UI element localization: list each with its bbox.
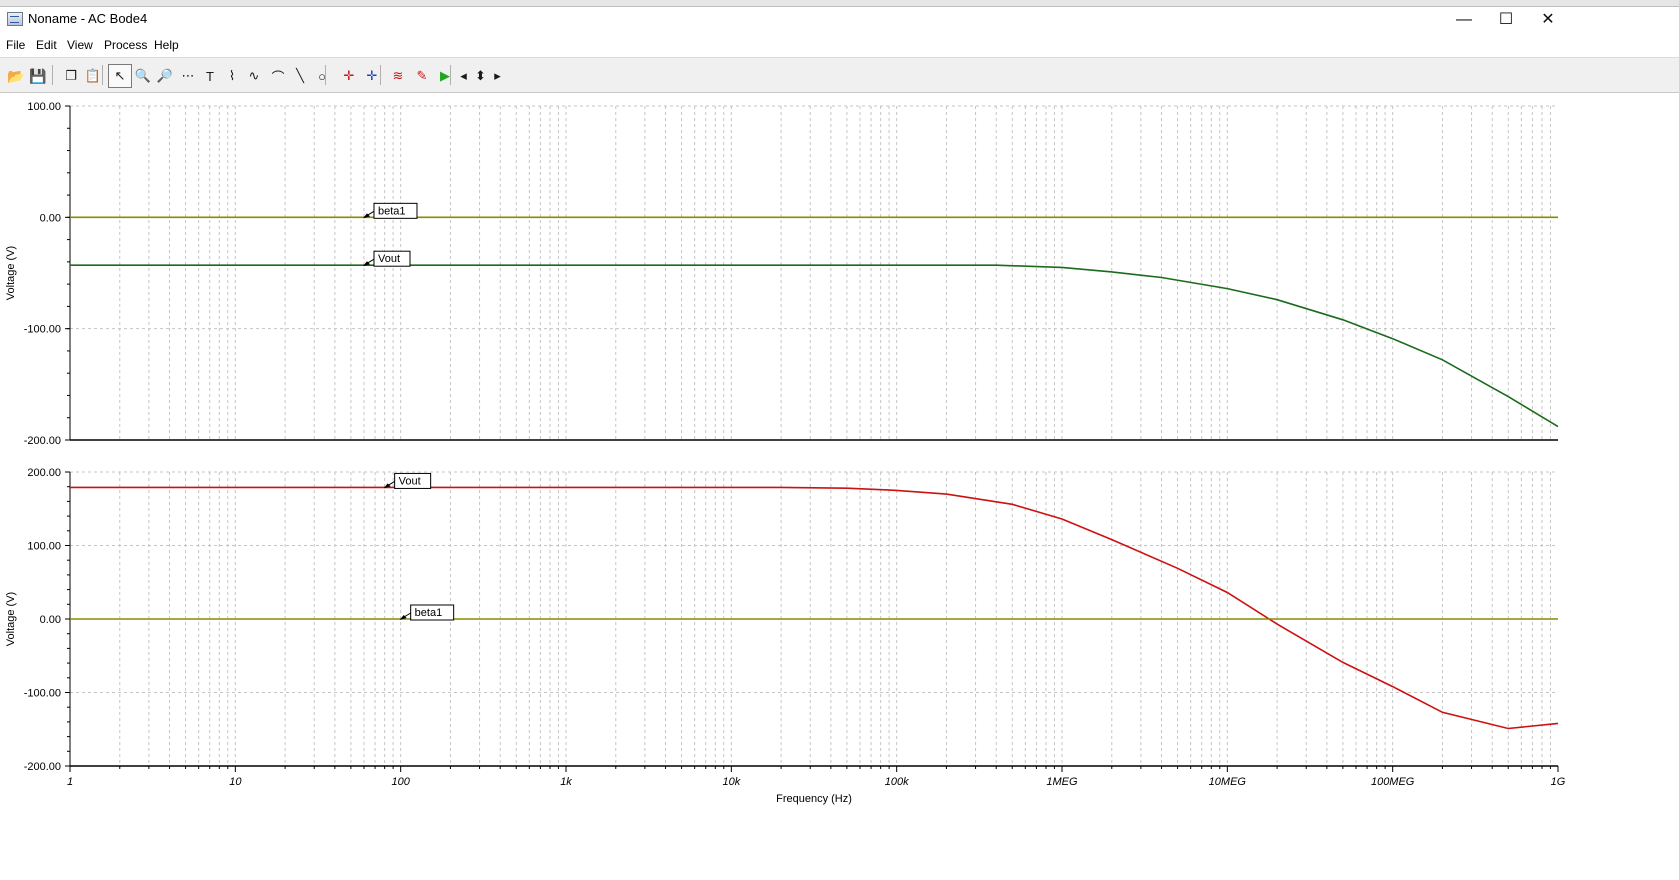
toolbar: 📂 💾 ❐ 📋 ↖ 🔍 🔎 ⋯ T ⌇ ∿ ⌒ ╲ ○ ✛ ✛ ≋ ✎ ▶ ◂ ⬍ ▸ [0,57,1679,93]
cursor-b-icon: ✛ [366,68,378,83]
play-icon: ▶ [440,68,450,83]
y-axis-label: Voltage (V) [5,592,17,646]
toolbar-separator [52,65,53,85]
x-tick-label: 100 [391,776,410,788]
paste-button[interactable]: 📋 [81,64,105,88]
grid-icon: ⋯ [181,68,195,83]
menu-bar: File Edit View Process Help [0,34,1679,56]
series-label: Vout [378,253,400,265]
series-label: beta1 [415,607,443,619]
add-curve-button[interactable]: ≋ [386,64,410,88]
select-button[interactable]: ↖ [108,64,132,88]
arrow-updown-icon: ⬍ [475,68,486,83]
y-tick-label: 0.00 [40,614,61,626]
x-tick-label: 1G [1551,776,1566,788]
maximize-icon: ☐ [1498,11,1514,28]
tangent-icon: ⌒ [271,69,285,85]
label-icon: ⌇ [228,68,236,83]
cursor-arrow-icon: ↖ [114,68,126,83]
series-label: Vout [399,475,421,487]
zoom-in-button[interactable]: 🔍 [131,64,155,88]
x-tick-label: 10 [229,776,242,788]
curve-label-button[interactable]: ∿ [242,64,266,88]
cursor-a-icon: ✛ [343,68,355,83]
scroll-updown-button[interactable]: ⬍ [472,64,489,88]
curve-label-icon: ∿ [248,68,260,83]
tangent-button[interactable]: ⌒ [266,64,290,88]
plot-area: 100.00 0.00 -100.00 -200.00 Voltage (V) beta1… [0,92,1679,875]
y-tick-label: -100.00 [24,688,61,700]
scroll-right-button[interactable]: ▸ [489,64,506,88]
zoom-out-button[interactable]: 🔎 [153,64,177,88]
y-axis-label: Voltage (V) [5,246,17,300]
menu-help[interactable]: Help [154,38,179,52]
x-tick-label: 100k [885,776,909,788]
series-label: beta1 [378,205,406,217]
y-tick-label: 0.00 [40,212,61,224]
save-button[interactable]: 💾 [26,64,50,88]
menu-file[interactable]: File [6,38,25,52]
open-file-button[interactable]: 📂 [4,64,28,88]
text-icon: T [206,68,214,84]
add-curve-icon: ≋ [392,68,404,83]
series-line-vout [70,264,1559,428]
x-tick-label: 1MEG [1046,776,1078,788]
menu-process[interactable]: Process [104,38,147,52]
x-tick-label: 1k [560,776,572,788]
app-icon [7,12,23,26]
y-tick-label: 100.00 [27,101,61,113]
label-button[interactable]: ⌇ [220,64,244,88]
copy-icon: ❐ [65,68,77,83]
background-window-strip [0,0,1679,7]
minimize-icon: — [1456,11,1472,28]
menu-edit[interactable]: Edit [36,38,57,52]
close-button[interactable]: ✕ [1526,7,1570,33]
circle-icon: ○ [318,68,326,84]
run-button[interactable]: ▶ [433,64,457,88]
probe-button[interactable]: ✎ [410,64,434,88]
window-title: Noname - AC Bode4 [28,11,148,26]
x-tick-label: 1 [67,776,73,788]
arrow-right-icon: ▸ [494,68,501,83]
cursor-b-button[interactable]: ✛ [360,64,384,88]
x-tick-label: 100MEG [1371,776,1415,788]
paste-icon: 📋 [84,68,102,83]
copy-button[interactable]: ❐ [59,64,83,88]
minimize-button[interactable]: — [1442,7,1486,33]
close-icon: ✕ [1541,11,1555,28]
zoom-out-icon: 🔎 [156,68,174,83]
y-tick-label: -200.00 [24,435,61,447]
cursor-a-button[interactable]: ✛ [337,64,361,88]
line-button[interactable]: ╲ [288,64,312,88]
line-icon: ╲ [296,68,304,83]
x-tick-label: 10MEG [1209,776,1247,788]
zoom-in-icon: 🔍 [134,68,152,83]
bode-plots: 100.000.00-100.00-200.00Voltage (V)beta1… [5,101,1566,805]
maximize-button[interactable]: ☐ [1484,7,1528,33]
y-tick-label: 200.00 [27,467,61,479]
save-icon: 💾 [29,67,47,84]
x-axis-label: Frequency (Hz) [776,793,852,805]
grid-button[interactable]: ⋯ [176,64,200,88]
y-tick-label: -100.00 [24,324,61,336]
probe-icon: ✎ [416,68,428,83]
title-bar: Noname - AC Bode4 — ☐ ✕ [0,0,1679,34]
x-tick-label: 10k [722,776,740,788]
arrow-left-icon: ◂ [460,68,467,83]
text-button[interactable]: T [198,64,222,88]
scroll-left-button[interactable]: ◂ [455,64,472,88]
menu-view[interactable]: View [67,38,93,52]
y-tick-label: -200.00 [24,761,61,773]
circle-button[interactable]: ○ [310,64,334,88]
y-tick-label: 100.00 [27,541,61,553]
folder-open-icon: 📂 [7,67,25,84]
